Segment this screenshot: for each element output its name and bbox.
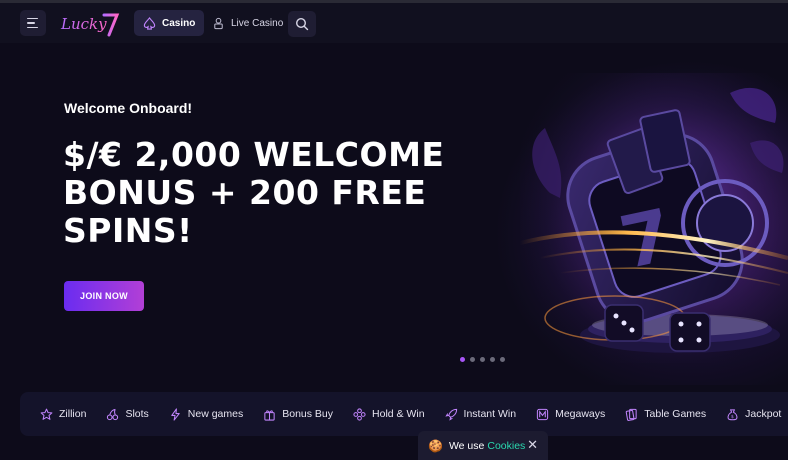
search-icon [295,17,309,31]
gift-icon [264,409,275,421]
menu-line-icon [27,26,38,29]
tab-casino-label: Casino [162,17,196,29]
cookie-text: We use [448,439,485,452]
svg-text:Lucky: Lucky [60,15,107,33]
category-label: Table Games [644,408,707,420]
search-button[interactable] [288,11,316,37]
hamburger-menu-button[interactable] [20,10,46,36]
category-label: Jackpot [745,408,782,420]
slide-dot[interactable] [470,357,475,362]
category-hold-and-win[interactable]: Hold & Win [353,407,425,421]
cookies-link[interactable]: Cookies [487,440,525,452]
category-megaways[interactable]: Megaways [536,408,605,421]
slide-dot[interactable] [490,357,495,362]
cherry-icon [107,408,119,420]
megaways-icon [536,408,549,420]
category-label: Slots [125,408,149,420]
menu-line-icon [27,22,35,24]
lightning-icon [171,407,180,421]
spade-icon [143,16,156,30]
menu-line-icon [27,17,38,20]
category-slots[interactable]: Slots [106,408,149,421]
category-label: Hold & Win [372,408,425,420]
tab-live-casino[interactable]: Live Casino [203,10,292,36]
category-new-games[interactable]: New games [169,407,244,421]
rocket-icon [444,408,457,421]
slot-machine-illustration: 7 [520,73,788,363]
category-label: Bonus Buy [282,408,334,420]
category-jackpot[interactable]: $ Jackpot [726,408,781,421]
category-label: New games [187,408,244,420]
category-instant-win[interactable]: Instant Win [444,408,517,421]
tab-live-casino-label: Live Casino [231,17,284,29]
slide-dot[interactable] [500,357,505,362]
category-bonus-buy[interactable]: Bonus Buy [263,408,333,421]
cards-icon [626,408,637,421]
svg-text:$: $ [731,414,734,420]
slide-dot[interactable] [460,357,465,362]
lucky7-logo[interactable]: Lucky [60,9,120,37]
category-label: Instant Win [463,408,517,420]
slide-pagination [460,357,505,362]
category-label: Zillion [59,408,87,420]
game-category-bar: Zillion Slots New games Bonus Buy Hold &… [20,392,788,436]
slide-dot[interactable] [480,357,485,362]
cookie-banner: 🍪 We use Cookies ✕ [418,431,548,460]
category-zillion[interactable]: Zillion [40,408,86,421]
moneybag-icon: $ [727,408,738,420]
tab-casino[interactable]: Casino [134,10,205,36]
hero-headline: $/€ 2,000 WELCOME BONUS + 200 FREE SPINS… [63,135,445,250]
dealer-icon [214,17,223,29]
hero-banner: Welcome Onboard! $/€ 2,000 WELCOME BONUS… [0,43,788,385]
category-table-games[interactable]: Table Games [625,408,706,421]
category-label: Megaways [555,408,606,420]
join-now-button[interactable]: JOIN NOW [64,281,144,311]
star-icon [40,408,53,420]
cookie-icon: 🍪 [428,438,443,453]
hero-kicker: Welcome Onboard! [64,100,193,116]
close-icon[interactable]: ✕ [527,437,538,453]
grid-icon [353,407,366,421]
site-header: Lucky Casino Live Casino [0,3,788,43]
